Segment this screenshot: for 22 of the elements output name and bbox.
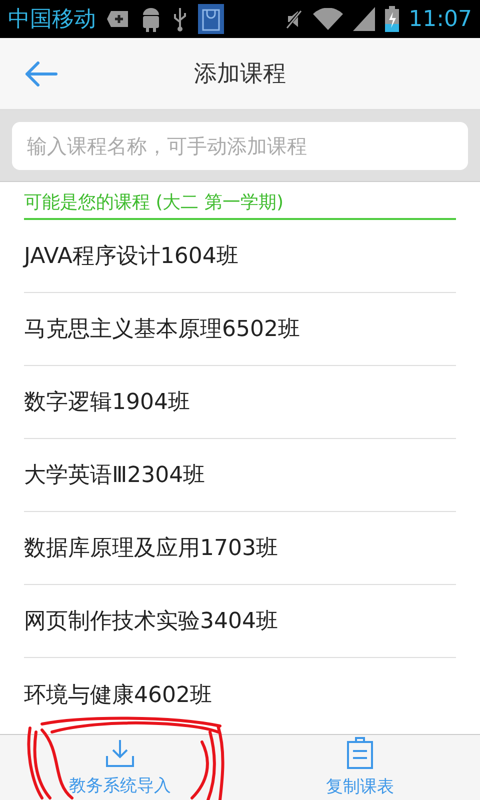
wifi-icon — [312, 8, 343, 30]
course-item[interactable]: 大学英语Ⅲ2304班 — [24, 439, 456, 512]
course-item[interactable]: 数据库原理及应用1703班 — [24, 512, 456, 585]
section-heading: 可能是您的课程 (大二 第一学期) — [24, 182, 456, 220]
add-icon — [106, 10, 130, 28]
search-field[interactable]: 输入课程名称，可手动添加课程 — [12, 122, 468, 170]
muted-icon — [284, 8, 303, 30]
download-icon — [105, 738, 135, 768]
course-item[interactable]: 网页制作技术实验3404班 — [24, 585, 456, 658]
course-item[interactable]: JAVA程序设计1604班 — [24, 220, 456, 293]
course-item[interactable]: 数字逻辑1904班 — [24, 366, 456, 439]
course-item[interactable]: 马克思主义基本原理6502班 — [24, 293, 456, 366]
page-title: 添加课程 — [194, 60, 286, 89]
signal-icon — [352, 7, 375, 31]
battery-icon — [384, 6, 399, 32]
shopping-bag-icon — [198, 4, 224, 34]
back-arrow-icon — [24, 60, 58, 88]
carrier-name: 中国移动 — [8, 6, 96, 34]
clock-time: 11:07 — [408, 6, 472, 32]
course-item[interactable]: 环境与健康4602班 — [24, 658, 456, 731]
android-icon — [140, 6, 162, 32]
usb-icon — [172, 6, 188, 32]
